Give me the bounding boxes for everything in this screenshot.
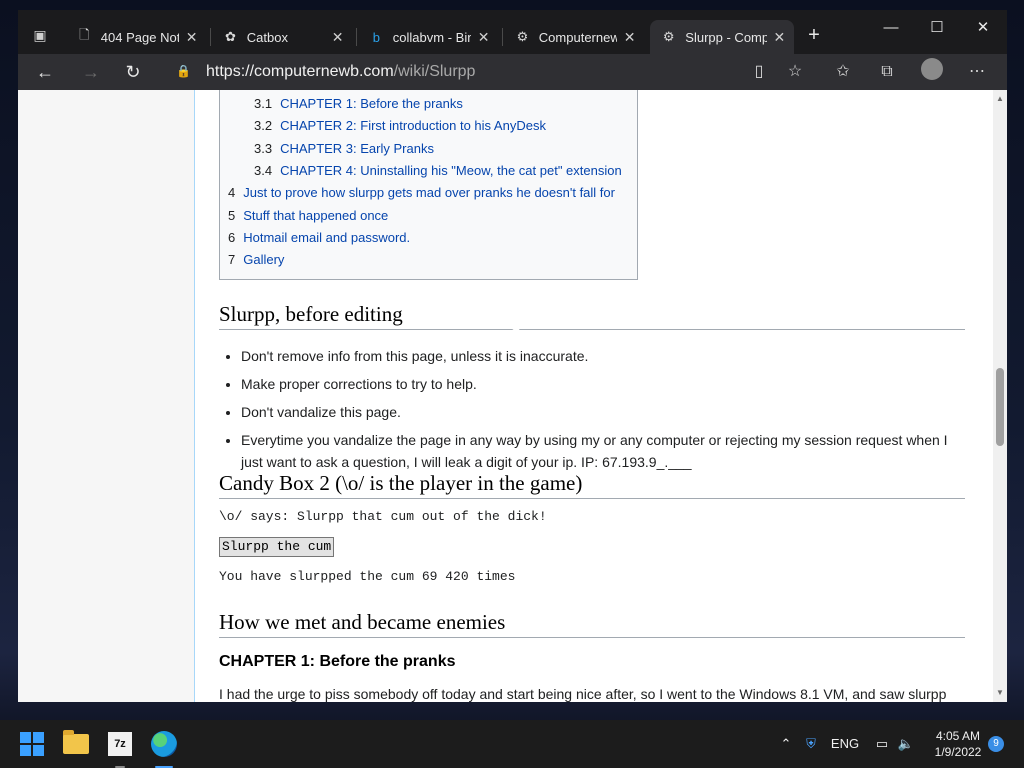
back-arrow-icon[interactable]: ← <box>30 58 60 86</box>
tab-close-icon[interactable]: ✕ <box>623 29 636 46</box>
edge-icon <box>151 731 177 757</box>
toc-item[interactable]: 4 Just to prove how slurpp gets mad over … <box>228 185 615 200</box>
scroll-down-icon[interactable]: ▼ <box>993 686 1007 700</box>
tab-close-icon[interactable]: ✕ <box>773 29 786 46</box>
minimize-icon[interactable]: — <box>868 14 914 42</box>
rules-list: Don't remove info from this page, unless… <box>241 345 965 479</box>
tab-close-icon[interactable]: ✕ <box>331 29 344 46</box>
add-favorite-icon[interactable]: ☆ <box>780 58 810 86</box>
network-icon[interactable]: ▭ <box>872 734 892 754</box>
tab-bing[interactable]: b collabvm - Bing ✕ <box>358 20 498 54</box>
game-counter: You have slurpped the cum 69 420 times <box>219 569 516 584</box>
toc-item[interactable]: 6 Hotmail email and password. <box>228 230 410 245</box>
scroll-thumb[interactable] <box>996 368 1004 446</box>
toc-item[interactable]: 3.4 CHAPTER 4: Uninstalling his "Meow, th… <box>254 163 622 178</box>
tab-bar: ▣ 🗋 404 Page Not F ✕ ✿ Catbox ✕ b collab… <box>18 10 1007 54</box>
chevron-up-icon[interactable]: ⌃ <box>778 734 794 754</box>
table-of-contents: 3.1 CHAPTER 1: Before the pranks 3.2 CHAPT… <box>219 90 638 280</box>
immersive-reader-icon[interactable]: ▯ <box>744 58 774 86</box>
collections-icon[interactable]: ⧉ <box>872 58 902 86</box>
taskbar: 7z ⌃ ⛨ ENG ▭ 🔈 4:05 AM 1/9/2022 9 <box>0 720 1024 768</box>
scroll-up-icon[interactable]: ▲ <box>993 92 1007 106</box>
computernewb-icon: ⚙ <box>516 29 529 44</box>
section-heading: How we met and became enemies <box>219 610 965 638</box>
volume-icon[interactable]: 🔈 <box>896 734 916 754</box>
section-heading: Slurpp, before editing <box>219 302 965 330</box>
toc-item[interactable]: 3.3 CHAPTER 3: Early Pranks <box>254 141 434 156</box>
list-item: Don't remove info from this page, unless… <box>241 345 965 367</box>
list-item: Everytime you vandalize the page in any … <box>241 429 965 473</box>
clock[interactable]: 4:05 AM 1/9/2022 <box>930 728 986 760</box>
web-page: 3.1 CHAPTER 1: Before the pranks 3.2 CHAPT… <box>18 90 993 702</box>
tab-separator <box>502 28 503 46</box>
slurpp-button[interactable]: Slurpp the cum <box>219 537 335 557</box>
article-content: 3.1 CHAPTER 1: Before the pranks 3.2 CHAPT… <box>219 90 965 702</box>
paragraph: I had the urge to piss somebody off toda… <box>219 686 947 702</box>
file-explorer-button[interactable] <box>60 728 92 760</box>
computernewb-icon: ⚙ <box>662 29 675 44</box>
section-heading: Candy Box 2 (\o/ is the player in the ga… <box>219 471 965 499</box>
tab-separator <box>356 28 357 46</box>
page-icon: 🗋 <box>79 27 90 42</box>
tab-404[interactable]: 🗋 404 Page Not F ✕ <box>66 20 206 54</box>
address-bar[interactable]: 🔒 https://computernewb.com/wiki/Slurpp <box>164 58 804 86</box>
tab-separator <box>210 28 211 46</box>
favorites-icon[interactable]: ✩ <box>828 58 858 86</box>
close-window-icon[interactable]: ✕ <box>960 14 1006 42</box>
profile-avatar[interactable] <box>921 58 943 80</box>
chapter-heading: CHAPTER 1: Before the pranks <box>219 653 456 670</box>
browser-window: ▣ 🗋 404 Page Not F ✕ ✿ Catbox ✕ b collab… <box>18 10 1007 702</box>
tab-close-icon[interactable]: ✕ <box>185 29 198 46</box>
start-button[interactable] <box>16 728 48 760</box>
wiki-side-panel <box>18 90 195 702</box>
vertical-scrollbar[interactable]: ▲ ▼ <box>993 90 1007 702</box>
game-message: \o/ says: Slurpp that cum out of the dic… <box>219 509 547 524</box>
refresh-icon[interactable]: ↻ <box>118 58 148 86</box>
folder-icon <box>63 730 89 754</box>
catbox-icon: ✿ <box>224 29 236 44</box>
notification-badge[interactable]: 9 <box>988 736 1004 752</box>
lock-icon: 🔒 <box>176 64 191 78</box>
toc-item[interactable]: 3.1 CHAPTER 1: Before the pranks <box>254 96 463 111</box>
toolbar: ← → ↻ 🔒 https://computernewb.com/wiki/Sl… <box>18 54 1007 90</box>
tab-catbox[interactable]: ✿ Catbox ✕ <box>212 20 352 54</box>
more-menu-icon[interactable]: ⋯ <box>962 58 992 86</box>
7zip-button[interactable]: 7z <box>104 728 136 760</box>
forward-arrow-icon[interactable]: → <box>76 58 106 86</box>
7zip-icon: 7z <box>108 732 132 756</box>
tab-slurpp[interactable]: ⚙ Slurpp - Comp ✕ <box>650 20 794 54</box>
maximize-icon[interactable]: ☐ <box>914 14 960 42</box>
new-tab-plus-icon[interactable]: + <box>802 24 826 48</box>
language-indicator[interactable]: ENG <box>828 734 862 754</box>
toc-item[interactable]: 5 Stuff that happened once <box>228 208 388 223</box>
toc-item[interactable]: 3.2 CHAPTER 2: First introduction to his … <box>254 118 546 133</box>
tab-actions-icon[interactable]: ▣ <box>26 24 54 46</box>
edge-button[interactable] <box>148 728 180 760</box>
bing-icon: b <box>372 29 381 45</box>
toc-item[interactable]: 7 Gallery <box>228 252 284 267</box>
tab-computernewb[interactable]: ⚙ Computernewb ✕ <box>504 20 644 54</box>
shield-icon[interactable]: ⛨ <box>802 734 820 754</box>
url-text: https://computernewb.com/wiki/Slurpp <box>206 63 476 80</box>
windows-logo-icon <box>20 732 44 756</box>
list-item: Make proper corrections to try to help. <box>241 373 965 395</box>
list-item: Don't vandalize this page. <box>241 401 965 423</box>
tab-close-icon[interactable]: ✕ <box>477 29 490 46</box>
